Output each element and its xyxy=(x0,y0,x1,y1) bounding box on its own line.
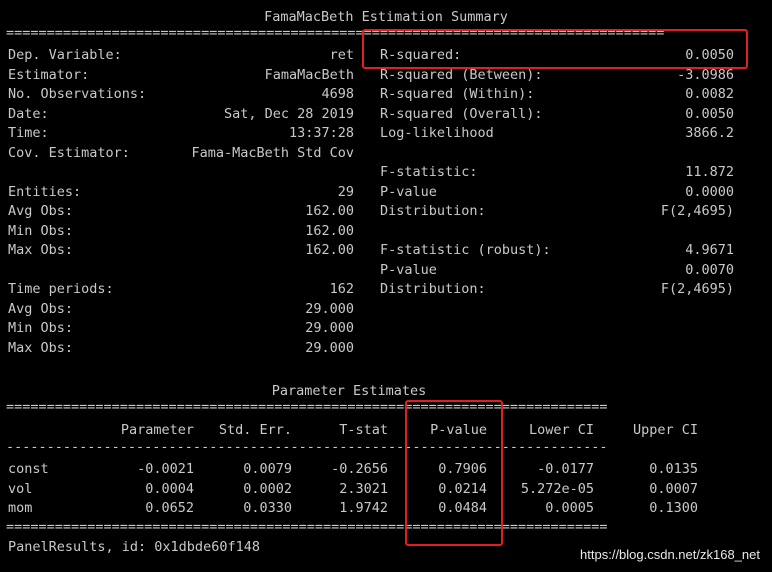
summary-stat-value: 0.0050 xyxy=(685,105,734,122)
summary-value: 4698 xyxy=(321,86,354,102)
watermark: https://blog.csdn.net/zk168_net xyxy=(580,547,760,562)
summary-value: FamaMacBeth xyxy=(264,66,354,83)
params-cell: 0.0079 xyxy=(243,461,292,477)
summary-label: Max Obs: xyxy=(8,242,74,258)
summary-value: 162.00 xyxy=(305,203,354,219)
summary-stat-label: Distribution: xyxy=(380,281,486,297)
summary-stat-label: R-squared (Within): xyxy=(380,86,535,102)
summary-stat-label: F-statistic: xyxy=(380,164,478,180)
summary-label: Avg Obs: xyxy=(8,300,74,317)
summary-stat-label: P-value xyxy=(380,261,437,278)
summary-value: 162.00 xyxy=(305,222,354,239)
summary-stat-value: 4.9671 xyxy=(685,242,734,258)
params-row-name: mom xyxy=(8,500,33,516)
summary-value: 162 xyxy=(329,281,354,297)
params-cell: 5.272e-05 xyxy=(520,480,594,497)
params-cell: -0.0021 xyxy=(137,461,194,477)
summary-value: ret xyxy=(329,47,354,63)
summary-value: 162.00 xyxy=(305,242,354,258)
params-cell: -0.0177 xyxy=(537,461,594,477)
summary-stat-label: R-squared (Overall): xyxy=(380,105,543,122)
params-row-name: const xyxy=(8,461,49,477)
summary-value: Fama-MacBeth Std Cov xyxy=(191,144,354,161)
summary-label: Avg Obs: xyxy=(8,203,74,219)
params-top-rule: ========================================… xyxy=(6,399,608,415)
summary-label: No. Observations: xyxy=(8,86,147,102)
summary-label: Min Obs: xyxy=(8,320,74,336)
params-row-name: vol xyxy=(8,480,33,497)
summary-label: Dep. Variable: xyxy=(8,47,122,63)
params-cell: 0.0004 xyxy=(145,480,194,497)
params-cell: 2.3021 xyxy=(339,480,388,497)
summary-stat-value: F(2,4695) xyxy=(660,281,734,297)
summary-stat-value: 0.0000 xyxy=(685,183,734,200)
params-cell: -0.2656 xyxy=(331,461,388,477)
params-cell: 0.0330 xyxy=(243,500,292,516)
p-value-highlight-box xyxy=(405,400,503,546)
params-cell: 0.0002 xyxy=(243,480,292,497)
summary-label: Time periods: xyxy=(8,281,114,297)
params-cell: 1.9742 xyxy=(339,500,388,516)
summary-stat-label: F-statistic (robust): xyxy=(380,242,551,258)
summary-label: Cov. Estimator: xyxy=(8,144,130,161)
summary-stat-value: 11.872 xyxy=(685,164,734,180)
r-squared-highlight-box xyxy=(362,29,748,69)
summary-label: Estimator: xyxy=(8,66,90,83)
params-cell: 0.0005 xyxy=(545,500,594,516)
params-header-rule: ----------------------------------------… xyxy=(6,439,608,455)
summary-stat-label: Distribution: xyxy=(380,203,486,219)
summary-stat-value: 3866.2 xyxy=(685,125,734,141)
params-cell: 0.0135 xyxy=(649,461,698,477)
params-cell: 0.1300 xyxy=(649,500,698,516)
params-bottom-rule: ========================================… xyxy=(6,519,608,535)
summary-label: Date: xyxy=(8,105,49,122)
summary-label: Max Obs: xyxy=(8,339,74,356)
summary-label: Time: xyxy=(8,125,49,141)
summary-value: 29.000 xyxy=(305,320,354,336)
params-cell: 0.0652 xyxy=(145,500,194,516)
summary-stat-label: Log-likelihood xyxy=(380,125,494,141)
console-output: FamaMacBeth Estimation Summary =========… xyxy=(0,0,772,572)
summary-value: 29.000 xyxy=(305,300,354,317)
summary-value: Sat, Dec 28 2019 xyxy=(223,105,354,122)
summary-stat-value: 0.0082 xyxy=(685,86,734,102)
summary-value: 13:37:28 xyxy=(288,125,354,141)
summary-label: Entities: xyxy=(8,183,82,200)
summary-value: 29.000 xyxy=(305,339,354,356)
summary-stat-label: P-value xyxy=(380,183,437,200)
summary-value: 29 xyxy=(337,183,354,200)
footer-text: PanelResults, id: 0x1dbde60f148 xyxy=(8,539,260,555)
summary-stat-value: F(2,4695) xyxy=(660,203,734,219)
params-cell: 0.0007 xyxy=(649,480,698,497)
summary-stat-value: 0.0070 xyxy=(685,261,734,278)
summary-label: Min Obs: xyxy=(8,222,74,239)
